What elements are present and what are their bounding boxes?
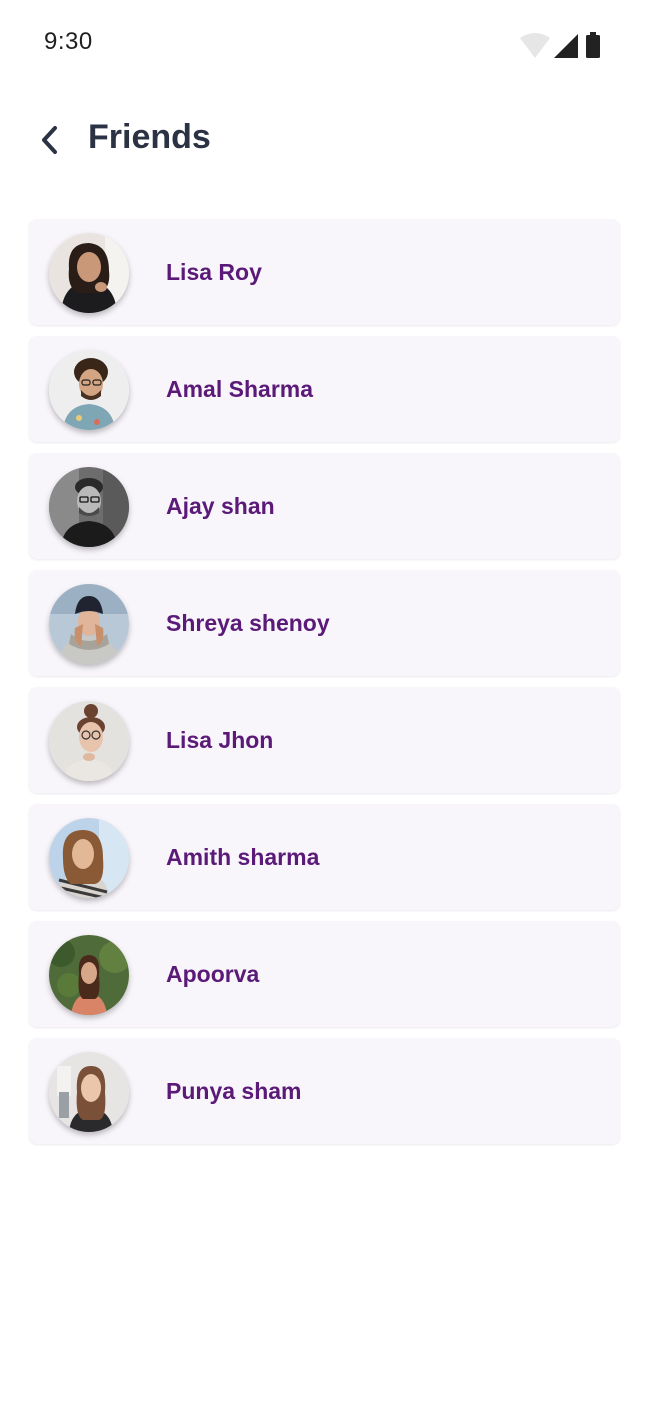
friend-name: Ajay shan xyxy=(166,493,275,519)
friend-name: Lisa Roy xyxy=(166,259,262,285)
battery-icon xyxy=(586,32,600,58)
avatar xyxy=(49,584,129,664)
friend-name: Shreya shenoy xyxy=(166,610,330,636)
friend-name: Amal Sharma xyxy=(166,376,314,402)
chevron-left-icon xyxy=(42,126,57,154)
friend-card[interactable]: Shreya shenoy xyxy=(29,570,620,676)
avatar xyxy=(49,818,129,898)
cellular-signal-icon xyxy=(554,34,578,58)
avatar xyxy=(49,701,129,781)
status-icons xyxy=(518,30,608,60)
friend-card[interactable]: Amal Sharma xyxy=(29,336,620,442)
wifi-icon xyxy=(520,33,550,58)
friend-card[interactable]: Amith sharma xyxy=(29,804,620,910)
friend-card[interactable]: Lisa Jhon xyxy=(29,687,620,793)
page-title: Friends xyxy=(88,118,211,156)
friend-card[interactable]: Ajay shan xyxy=(29,453,620,559)
header: Friends xyxy=(0,100,648,180)
avatar xyxy=(49,935,129,1015)
avatar xyxy=(49,233,129,313)
friend-card[interactable]: Apoorva xyxy=(29,921,620,1027)
friend-list: Lisa Roy Amal Sharma Ajay shan Shreya sh… xyxy=(29,219,620,1155)
friend-card[interactable]: Lisa Roy xyxy=(29,219,620,325)
friend-name: Lisa Jhon xyxy=(166,727,274,753)
status-bar: 9:30 xyxy=(0,0,648,84)
friend-name: Punya sham xyxy=(166,1078,302,1104)
friend-name: Amith sharma xyxy=(166,844,320,870)
avatar xyxy=(49,467,129,547)
avatar xyxy=(49,350,129,430)
friend-name: Apoorva xyxy=(166,961,260,987)
status-time: 9:30 xyxy=(44,28,93,55)
friend-card[interactable]: Punya sham xyxy=(29,1038,620,1144)
avatar xyxy=(49,1052,129,1132)
friends-screen: 9:30 Friends Lisa Roy Amal Sharma Ajay s… xyxy=(0,0,648,1404)
back-button[interactable] xyxy=(28,118,72,162)
